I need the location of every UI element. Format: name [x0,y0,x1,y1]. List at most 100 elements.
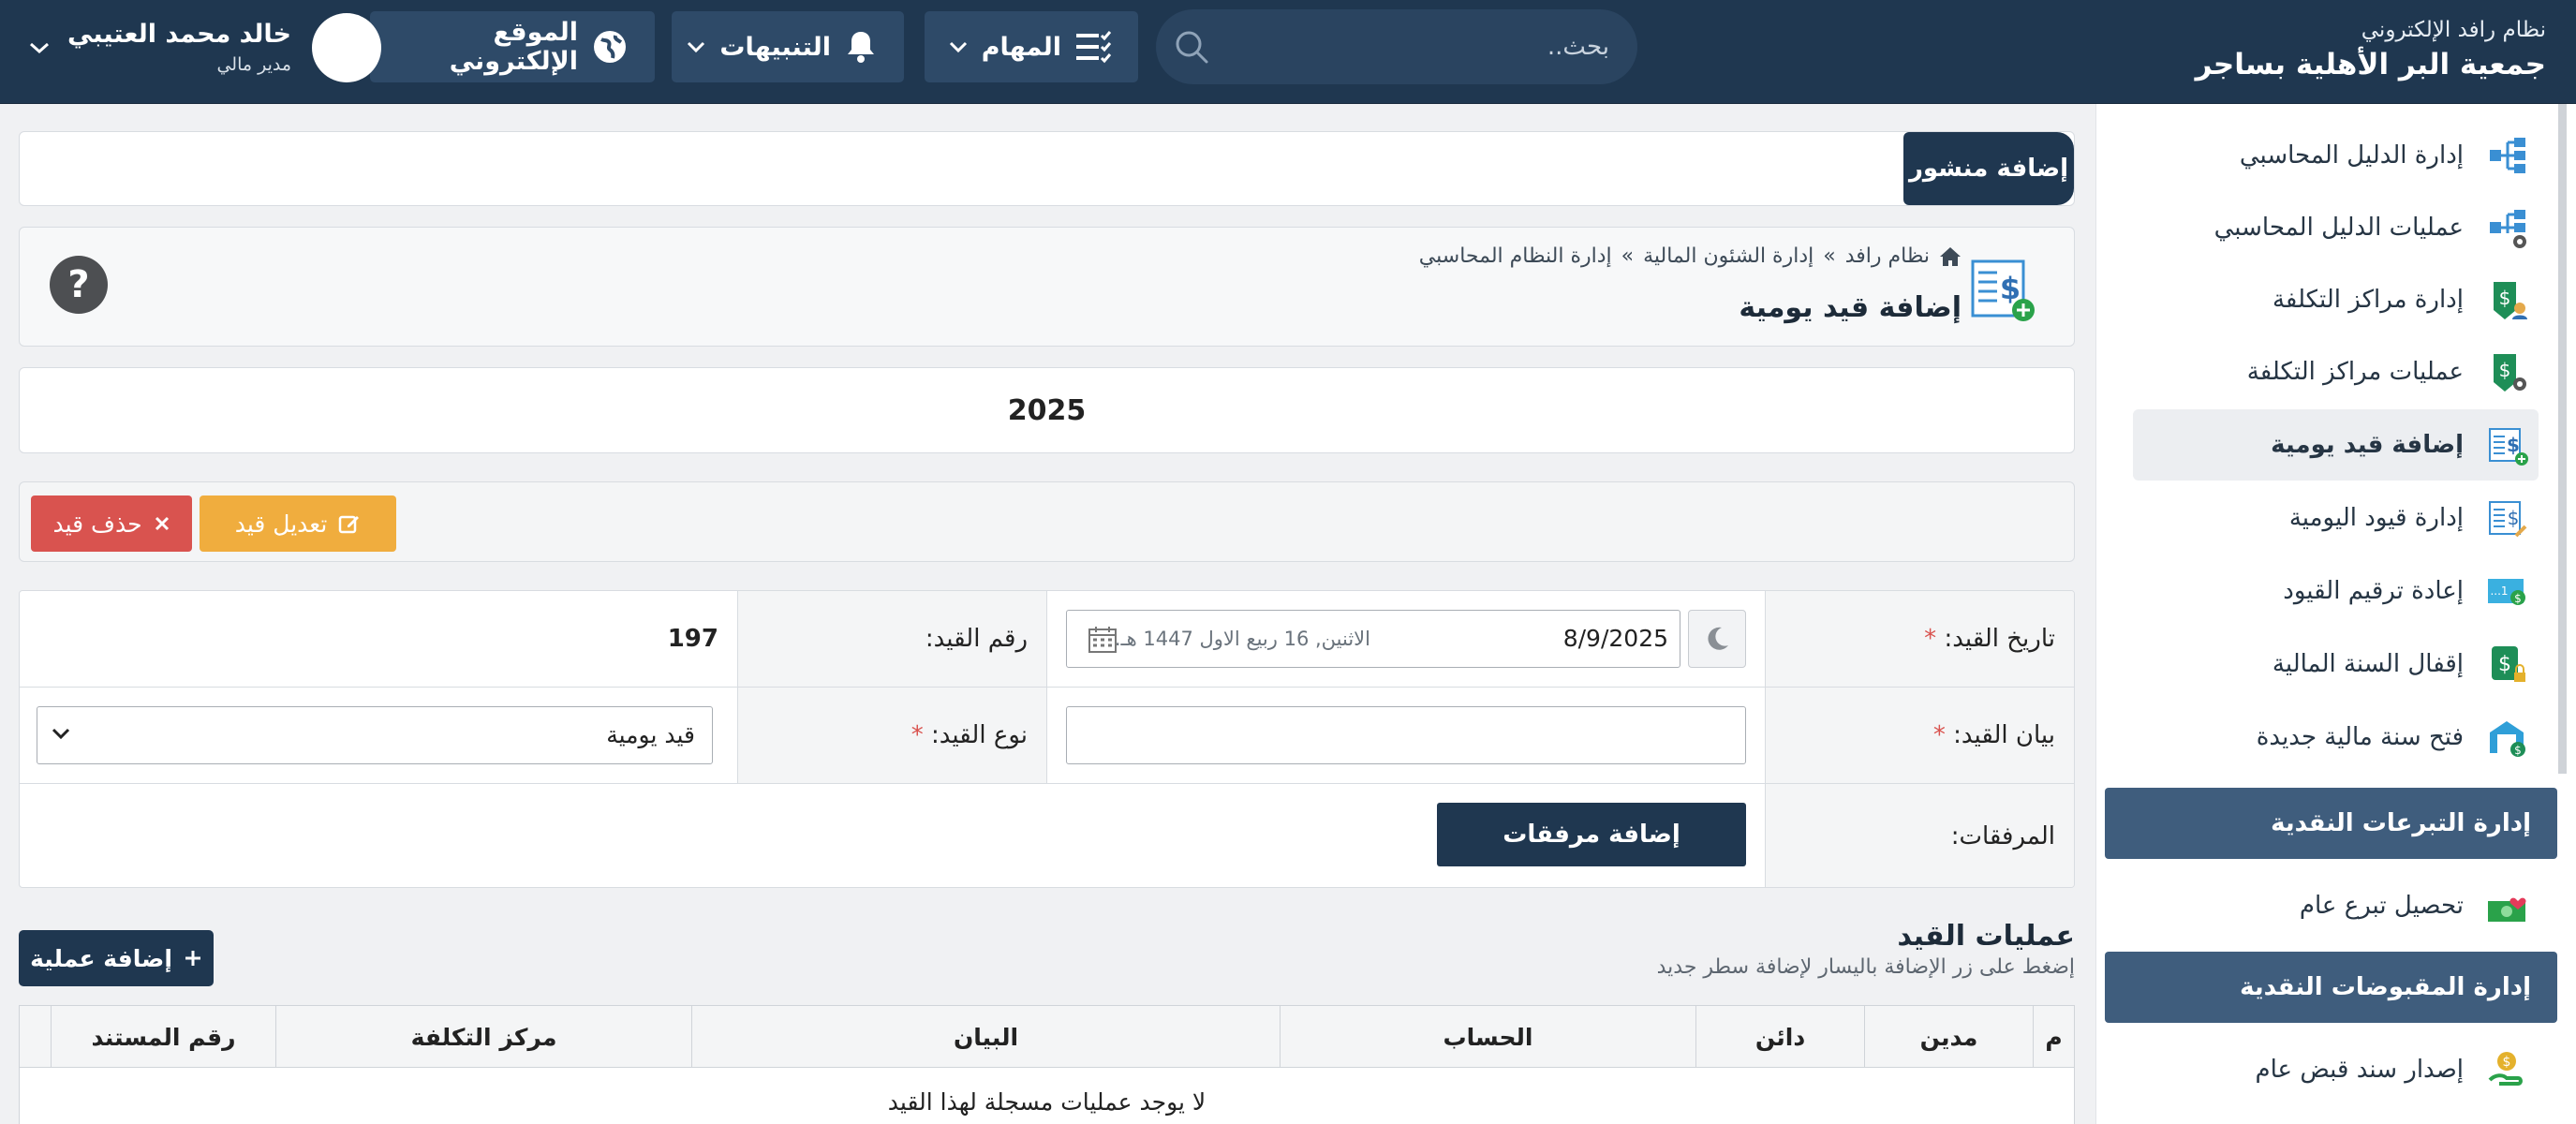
add-journal-entry-icon: $ [2489,428,2528,466]
attachments-label-cell: المرفقات: [1765,784,2074,887]
required-marker: * [1924,625,1937,653]
system-name: نظام رافد الإلكتروني [2361,18,2546,42]
description-label-cell: بيان القيد: * [1765,688,2074,783]
date-value: 8/9/2025 [1562,625,1668,652]
sidebar-item-cost-centers-operations[interactable]: $ عمليات مراكز التكلفة [2133,336,2539,407]
sidebar-item-label: إدارة الدليل المحاسبي [2239,141,2464,170]
add-attachments-button[interactable]: إضافة مرفقات [1437,803,1746,866]
description-label-wrap: بيان القيد: * [1933,721,2055,749]
sidebar-section-cash-receipts[interactable]: إدارة المقبوضات النقدية [2105,952,2557,1023]
help-button[interactable]: ? [50,256,108,314]
breadcrumb-item[interactable]: إدارة النظام المحاسبي [1419,244,1612,268]
brand[interactable]: نظام رافد الإلكتروني جمعية البر الأهلية … [2196,15,2546,84]
type-label-wrap: نوع القيد: * [911,721,1028,749]
date-value-cell: 8/9/2025 الاثنين, 16 ربيع الاول 1447 هـ. [1046,591,1765,687]
date-field[interactable]: 8/9/2025 الاثنين, 16 ربيع الاول 1447 هـ. [1066,610,1680,668]
moon-icon [1708,627,1728,650]
column-header: دائن [1695,1006,1864,1068]
operations-hint: إضغط على زر الإضافة باليسار لإضافة سطر ج… [1656,955,2075,979]
user-role: مدير مالي [216,54,292,75]
edit-entry-button[interactable]: تعديل قيد [200,495,396,552]
add-post-button[interactable]: إضافة منشور [1903,132,2074,205]
sidebar-item-close-fiscal-year[interactable]: $ إقفال السنة المالية [2133,629,2539,700]
sidebar-item-accounts-operations[interactable]: عمليات الدليل المحاسبي [2133,192,2539,263]
chart-of-accounts-icon [2490,138,2525,173]
attachments-label: المرفقات: [1950,822,2055,850]
sidebar-item-label: عمليات الدليل المحاسبي [2213,214,2464,242]
sidebar-item-renumber-entries[interactable]: 1... $ إعادة ترقيم القيود [2133,555,2539,627]
breadcrumb-item[interactable]: إدارة الشئون المالية [1643,244,1814,268]
sidebar-item-open-fiscal-year[interactable]: $ فتح سنة مالية جديدة [2133,702,2539,773]
svg-text:$: $ [2498,653,2511,676]
sidebar-item-cost-centers[interactable]: $ إدارة مراكز التكلفة [2133,264,2539,335]
tasks-label: المهام [981,32,1061,62]
sidebar-item-chart-of-accounts[interactable]: إدارة الدليل المحاسبي [2133,120,2539,191]
website-label: الموقع الإلكتروني [449,18,578,76]
search-input[interactable] [1253,22,1609,71]
type-value-cell: قيد يومية [20,688,737,783]
entry-type-select[interactable]: قيد يومية [37,706,713,764]
type-label: نوع القيد: [931,721,1028,749]
column-header: الحساب [1280,1006,1695,1068]
sidebar-item-label: فتح سنة مالية جديدة [2256,723,2464,751]
sidebar-section-label: إدارة المقبوضات النقدية [2240,973,2531,1001]
sidebar-scrollbar[interactable] [2558,104,2567,774]
hijri-date: الاثنين, 16 ربيع الاول 1447 هـ. [1114,628,1370,650]
calendar-icon[interactable] [1088,626,1118,654]
sidebar-item-label: إقفال السنة المالية [2272,650,2464,678]
sidebar-item-general-receipt[interactable]: $ إصدار سند قبض عام [2133,1034,2539,1105]
attachments-value-cell: إضافة مرفقات [20,784,1765,887]
delete-entry-button[interactable]: حذف قيد [31,495,192,552]
chevron-down-icon[interactable] [28,41,51,54]
user-name: خالد محمد العتيبي [67,20,292,49]
home-icon[interactable] [1939,246,1962,267]
sidebar-item-add-journal-entry[interactable]: $ إضافة قيد يومية [2133,409,2539,481]
chevron-down-icon [949,41,967,53]
edit-icon [339,515,360,534]
operations-table: م مدين دائن الحساب البيان مركز التكلفة ر… [19,1005,2075,1124]
breadcrumb-separator: » [1621,244,1635,268]
table-header: م مدين دائن الحساب البيان مركز التكلفة ر… [20,1006,2074,1068]
add-post-label: إضافة منشور [1908,155,2069,183]
empty-table-message: لا يوجد عمليات مسجلة لهذا القيد [887,1088,1207,1116]
alerts-label: التنبيهات [719,32,831,62]
column-header: البيان [691,1006,1280,1068]
sidebar-item-journal-entries[interactable]: $ إدارة قيود اليومية [2133,482,2539,554]
svg-text:$: $ [2499,287,2511,309]
form-row-description: بيان القيد: * نوع القيد: * قيد يومية [20,688,2074,784]
svg-text:$: $ [2514,744,2522,757]
required-marker: * [910,721,924,749]
sidebar-section-cash-donations[interactable]: إدارة التبرعات النقدية [2105,788,2557,859]
calendar-type-toggle[interactable] [1688,610,1746,668]
add-attachments-label: إضافة مرفقات [1503,821,1680,849]
alerts-menu-button[interactable]: التنبيهات [672,11,904,82]
svg-text:$: $ [2514,592,2522,605]
search-icon[interactable] [1173,28,1210,66]
svg-text:1...: 1... [2490,584,2508,598]
sidebar-item-label: إدارة مراكز التكلفة [2272,286,2464,314]
breadcrumb-separator: » [1823,244,1836,268]
number-value-cell: 197 [20,591,737,687]
sidebar-section-label: إدارة التبرعات النقدية [2271,809,2531,837]
column-header: رقم المستند [51,1006,275,1068]
sidebar: إدارة الدليل المحاسبي عمليات الدليل المح… [2095,104,2576,1124]
cost-centers-operations-icon: $ [2494,354,2526,392]
breadcrumb-item[interactable]: نظام رافد [1845,244,1930,268]
tasks-menu-button[interactable]: المهام [925,11,1138,82]
add-operation-button[interactable]: إضافة عملية [19,930,214,986]
edit-entry-label: تعديل قيد [234,510,328,538]
description-input[interactable] [1066,706,1746,764]
avatar[interactable] [312,13,382,82]
description-value-cell [1046,688,1765,783]
sidebar-item-general-donation[interactable]: تحصيل تبرع عام [2133,870,2539,941]
form-row-attachments: المرفقات: إضافة مرفقات [20,784,2074,887]
sidebar-item-label: إدارة قيود اليومية [2288,504,2464,532]
column-header-spacer [20,1006,51,1068]
svg-text:$: $ [2507,434,2520,456]
website-button[interactable]: الموقع الإلكتروني [370,11,655,82]
svg-text:$: $ [2508,507,2520,529]
entry-actions-bar: تعديل قيد حذف قيد [19,481,2075,562]
sidebar-item-label: تحصيل تبرع عام [2299,892,2464,920]
user-menu[interactable]: خالد محمد العتيبي مدير مالي [28,13,382,82]
page-title: إضافة قيد يومية [1739,291,1962,324]
